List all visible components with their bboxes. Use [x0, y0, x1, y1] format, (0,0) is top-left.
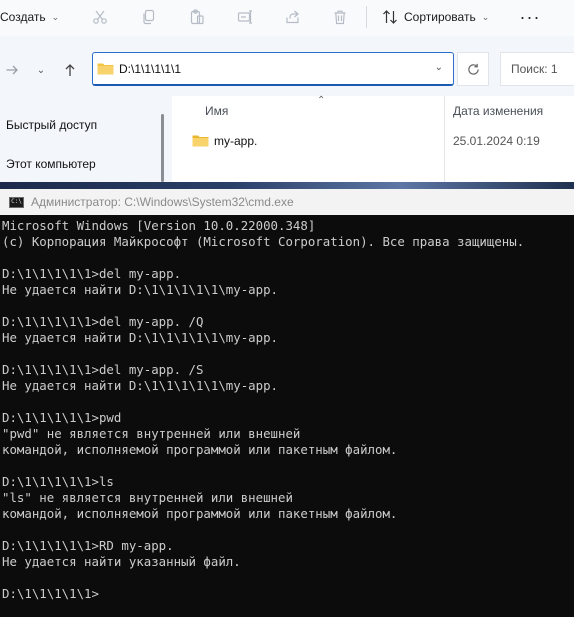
sort-button[interactable]: Сортировать ⌄	[382, 0, 489, 34]
file-date: 25.01.2024 0:19	[453, 134, 540, 148]
sort-label: Сортировать	[404, 10, 476, 24]
desktop-background	[0, 182, 574, 189]
console-line: (c) Корпорация Майкрософт (Microsoft Cor…	[2, 234, 525, 249]
console-line: D:\1\1\1\1\1>RD my-app.	[2, 538, 174, 553]
folder-icon	[97, 63, 114, 75]
navigation-pane: Быстрый доступ Этот компьютер	[0, 100, 160, 182]
sort-icon	[383, 10, 397, 24]
address-bar[interactable]: D:\1\1\1\1\1 ⌄	[92, 52, 454, 86]
navigation-scrollbar[interactable]	[161, 114, 164, 182]
console-line: Не удается найти D:\1\1\1\1\1\my-app.	[2, 330, 279, 345]
cmd-app-icon: C:\	[9, 196, 24, 208]
console-line: D:\1\1\1\1\1>del my-app.	[2, 266, 182, 281]
refresh-button[interactable]	[457, 52, 489, 86]
column-header-name[interactable]: Имя	[205, 96, 228, 126]
recent-locations-button[interactable]: ⌄	[30, 56, 52, 84]
list-item[interactable]: my-app. 25.01.2024 0:19	[172, 130, 574, 152]
copy-icon[interactable]	[138, 0, 160, 34]
console-line: командой, исполняемой программой или пак…	[2, 506, 398, 521]
column-name-label: Имя	[205, 104, 229, 118]
search-placeholder: Поиск: 1	[511, 62, 558, 76]
chevron-down-icon: ⌄	[481, 11, 490, 22]
cmd-window-title: Администратор: C:\Windows\System32\cmd.e…	[31, 195, 294, 209]
command-bar: Создать ⌄ Сортировать ⌄ ···	[0, 0, 574, 36]
delete-icon[interactable]	[329, 0, 351, 34]
console-line: Microsoft Windows [Version 10.0.22000.34…	[2, 218, 316, 233]
column-header-date[interactable]: Дата изменения	[453, 96, 543, 126]
paste-icon[interactable]	[186, 0, 208, 34]
console-line: Не удается найти D:\1\1\1\1\1\my-app.	[2, 282, 279, 297]
file-name: my-app.	[214, 134, 258, 148]
nav-item-this-pc[interactable]: Этот компьютер	[6, 157, 96, 171]
search-box[interactable]: Поиск: 1	[500, 52, 574, 86]
console-output[interactable]: Microsoft Windows [Version 10.0.22000.34…	[2, 218, 574, 614]
create-label: Создать	[0, 10, 46, 24]
arrow-right-icon	[6, 65, 18, 75]
refresh-icon	[467, 63, 479, 75]
chevron-down-icon[interactable]: ⌄	[435, 62, 443, 73]
column-date-label: Дата изменения	[453, 104, 544, 118]
toolbar-divider	[366, 6, 367, 28]
console-line: Не удается найти D:\1\1\1\1\1\my-app.	[2, 378, 279, 393]
console-line: D:\1\1\1\1\1>pwd	[2, 410, 122, 425]
chevron-down-icon: ⌄	[36, 64, 46, 76]
folder-icon	[192, 135, 209, 147]
rename-icon[interactable]	[234, 0, 256, 34]
more-options-button[interactable]: ···	[518, 0, 542, 34]
cmd-icon-text: C:\	[11, 198, 22, 205]
console-line: D:\1\1\1\1\1>del my-app. /S	[2, 362, 204, 377]
arrow-up-icon	[65, 64, 75, 76]
console-line: D:\1\1\1\1\1>ls	[2, 474, 114, 489]
console-line: "ls" не является внутренней или внешней	[2, 490, 293, 505]
file-explorer-window: Создать ⌄ Сортировать ⌄ ··· ⌄ D:\1\1\1\1…	[0, 0, 574, 182]
forward-button[interactable]	[0, 56, 24, 84]
console-line: D:\1\1\1\1\1>del my-app. /Q	[2, 314, 204, 329]
address-path: D:\1\1\1\1\1	[119, 61, 182, 76]
share-icon[interactable]	[282, 0, 304, 34]
console-line: "pwd" не является внутренней или внешней	[2, 426, 301, 441]
up-button[interactable]	[58, 56, 82, 84]
chevron-down-icon: ⌄	[51, 11, 60, 22]
more-icon: ···	[519, 6, 541, 27]
cmd-title-bar[interactable]: C:\ Администратор: C:\Windows\System32\c…	[0, 189, 574, 215]
create-button[interactable]: Создать ⌄	[0, 0, 59, 34]
console-line: Не удается найти указанный файл.	[2, 554, 241, 569]
nav-item-label: Быстрый доступ	[6, 118, 98, 132]
nav-item-label: Этот компьютер	[6, 157, 96, 171]
cut-icon[interactable]	[89, 0, 111, 34]
sort-ascending-icon: ⌃	[317, 95, 326, 106]
console-line: D:\1\1\1\1\1>	[2, 586, 99, 601]
console-line: командой, исполняемой программой или пак…	[2, 442, 398, 457]
file-list: ⌃ Имя Дата изменения my-app. 25.01.2024 …	[172, 95, 574, 182]
nav-item-quick-access[interactable]: Быстрый доступ	[6, 118, 97, 132]
